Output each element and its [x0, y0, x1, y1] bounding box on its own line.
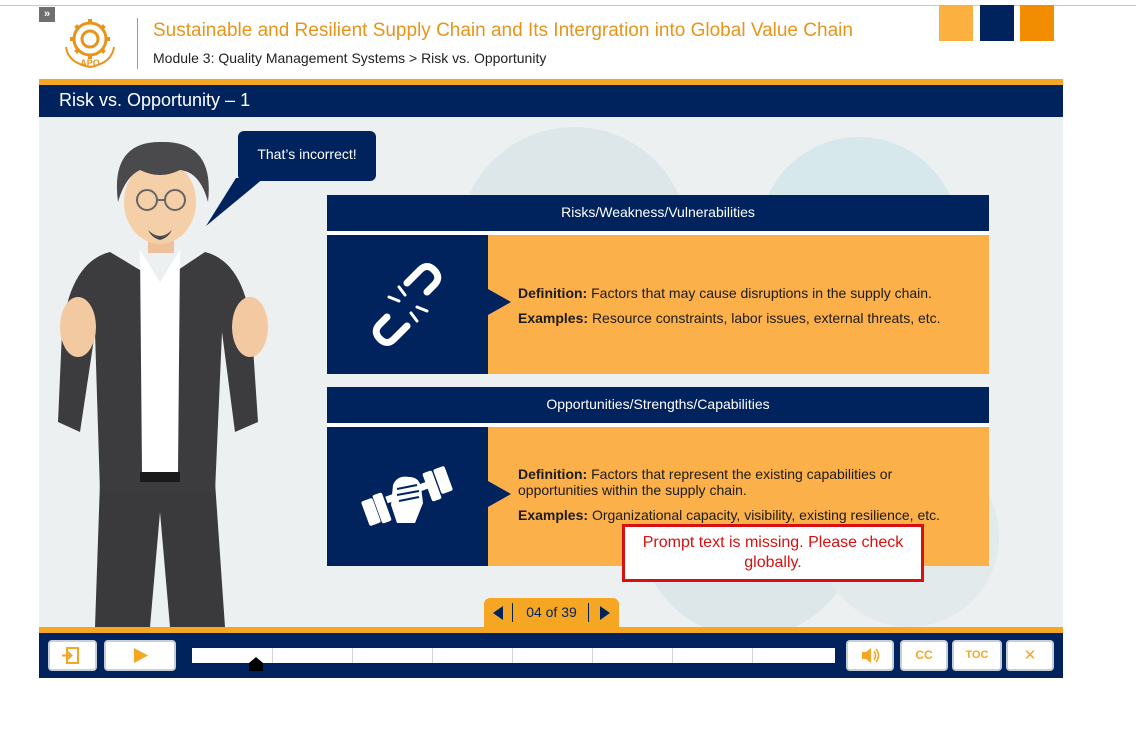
color-square-2 [980, 5, 1014, 41]
progress-segment [352, 648, 353, 663]
opportunities-card-arrow [488, 481, 511, 507]
close-button[interactable]: ✕ [1006, 640, 1054, 671]
closed-captions-button[interactable]: CC [900, 640, 948, 671]
slide-title-bar: Risk vs. Opportunity – 1 [39, 79, 1063, 117]
progress-track[interactable] [192, 648, 835, 663]
risks-heading: Risks/Weakness/Vulnerabilities [327, 195, 989, 231]
risks-examples-text: Resource constraints, labor issues, exte… [591, 310, 941, 326]
apo-logo: APO [65, 19, 115, 69]
risks-definition-text: Factors that may cause disruptions in th… [591, 285, 932, 301]
menu-toggle-button[interactable]: » [39, 7, 55, 22]
color-square-1 [939, 5, 973, 41]
progress-scrubber-handle[interactable] [249, 657, 264, 671]
opportunities-icon-box [327, 427, 488, 566]
opportunities-examples-text: Organizational capacity, visibility, exi… [591, 507, 941, 523]
play-button[interactable] [104, 640, 176, 671]
slide-title: Risk vs. Opportunity – 1 [59, 90, 251, 110]
risks-definition: Definition: Factors that may cause disru… [518, 285, 978, 301]
exit-icon [62, 647, 79, 664]
fist-dumbbell-icon [361, 466, 453, 526]
logo-text: APO [80, 58, 100, 68]
play-icon [134, 648, 148, 663]
progress-segment [752, 648, 753, 663]
header-divider [137, 18, 138, 69]
previous-slide-button[interactable] [493, 606, 503, 620]
slide-pager: 04 of 39 [484, 598, 619, 627]
opportunities-examples-label: Examples: [518, 507, 589, 523]
prompt-missing-warning: Prompt text is missing. Please check glo… [622, 524, 924, 582]
risks-examples: Examples: Resource constraints, labor is… [518, 310, 978, 326]
course-title: Sustainable and Resilient Supply Chain a… [153, 20, 853, 41]
pager-separator [512, 603, 513, 622]
progress-segment [272, 648, 273, 663]
progress-segment [512, 648, 513, 663]
course-player: » APO Sustainable and Resilient Supply C… [0, 0, 1136, 738]
risks-icon-box [327, 235, 488, 374]
broken-chain-icon [372, 263, 442, 346]
color-square-3 [1020, 5, 1054, 41]
opportunities-definition: Definition: Factors that represent the e… [518, 466, 968, 498]
speech-bubble: That’s incorrect! [238, 131, 376, 181]
exit-button[interactable] [48, 640, 97, 671]
toc-button[interactable]: TOC [952, 640, 1002, 671]
next-slide-button[interactable] [600, 606, 610, 620]
breadcrumb: Module 3: Quality Management Systems > R… [153, 50, 547, 66]
opportunities-definition-label: Definition: [518, 466, 588, 482]
slide-counter: 04 of 39 [526, 604, 577, 620]
player-controls: CC TOC ✕ [39, 627, 1063, 678]
speech-bubble-tail [206, 178, 264, 226]
volume-button[interactable] [846, 640, 894, 671]
opportunities-heading: Opportunities/Strengths/Capabilities [327, 387, 989, 423]
risks-examples-label: Examples: [518, 310, 589, 326]
risks-card-arrow [488, 289, 511, 315]
risks-card: Definition: Factors that may cause disru… [327, 231, 989, 374]
opportunities-examples: Examples: Organizational capacity, visib… [518, 507, 978, 523]
progress-segment [672, 648, 673, 663]
risks-definition-label: Definition: [518, 285, 588, 301]
pager-separator [588, 603, 589, 622]
progress-segment [592, 648, 593, 663]
speaker-icon [862, 648, 880, 663]
progress-segment [432, 648, 433, 663]
